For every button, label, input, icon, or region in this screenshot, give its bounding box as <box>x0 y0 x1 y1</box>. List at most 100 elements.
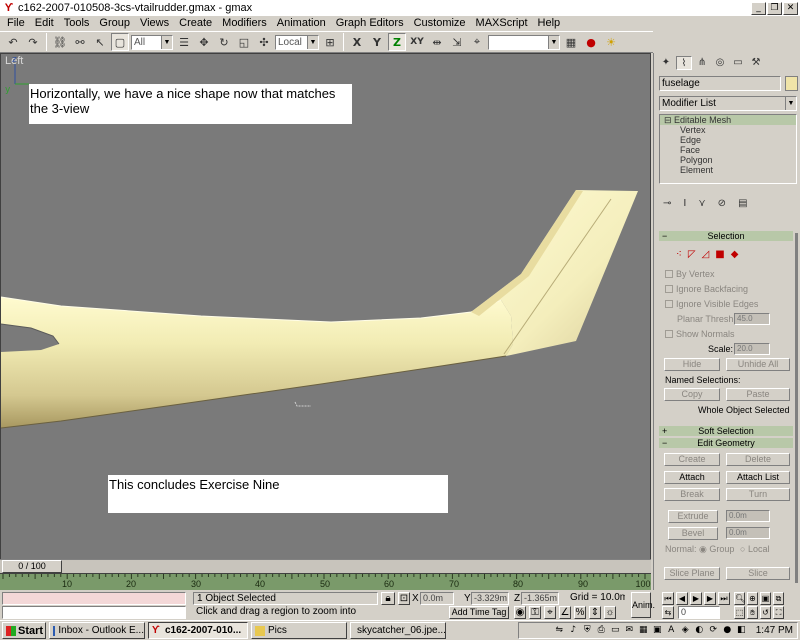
task-outlook[interactable]: Inbox - Outlook E... <box>49 622 145 639</box>
normal-local-radio[interactable]: ○ Local <box>740 544 769 554</box>
ignore-visible-edges-checkbox[interactable]: Ignore Visible Edges <box>665 299 758 309</box>
monitor-icon[interactable]: ▣ <box>652 625 663 636</box>
shield-icon[interactable]: ◈ <box>680 625 691 636</box>
key-mode-toggle-icon[interactable]: ⇆ <box>662 606 674 619</box>
stack-item-face[interactable]: Face <box>660 145 796 155</box>
render-icon[interactable]: ☀ <box>602 33 620 51</box>
attach-list-button[interactable]: Attach List <box>726 471 790 484</box>
clock[interactable]: 1:47 PM <box>756 625 793 636</box>
expand-icon[interactable]: ⊟ <box>664 115 674 125</box>
extrude-spinner[interactable]: 0.0m <box>726 510 770 522</box>
menu-edit[interactable]: Edit <box>30 16 59 30</box>
menu-help[interactable]: Help <box>533 16 566 30</box>
play-icon[interactable]: ▶ <box>690 592 702 605</box>
display-tab-icon[interactable]: ▭ <box>730 56 746 70</box>
align-icon[interactable]: ⇲ <box>448 33 466 51</box>
face-level-icon[interactable]: ◿ <box>702 249 710 260</box>
start-button[interactable]: Start <box>2 622 46 639</box>
gmax-icon[interactable]: ϒ <box>3 2 15 14</box>
maxscript-listener-output[interactable] <box>2 606 186 619</box>
utilities-tab-icon[interactable]: ⚒ <box>748 56 764 70</box>
display-icon[interactable]: ◧ <box>736 625 747 636</box>
selection-filter-dropdown[interactable]: All ▼ <box>131 34 173 50</box>
select-and-link-icon[interactable]: ⛓ <box>51 33 69 51</box>
constraint-y-button[interactable]: Y <box>368 33 386 51</box>
close-button[interactable]: ✕ <box>783 1 798 15</box>
snaps-toggle-icon[interactable]: ⌖ <box>544 606 556 619</box>
hide-button[interactable]: Hide <box>664 358 720 371</box>
mirror-icon[interactable]: ⇹ <box>428 33 446 51</box>
y-coord-field[interactable]: -3.329m <box>471 592 509 605</box>
menu-customize[interactable]: Customize <box>409 16 471 30</box>
modifier-stack[interactable]: ⊟ Editable Mesh Vertex Edge Face Polygon… <box>659 114 797 184</box>
update-icon[interactable]: ⟳ <box>708 625 719 636</box>
folder-icon[interactable]: ▭ <box>610 625 621 636</box>
task-gmax[interactable]: ϒ c162-2007-010... <box>148 622 248 639</box>
by-vertex-checkbox[interactable]: By Vertex <box>665 269 715 279</box>
stack-item-edge[interactable]: Edge <box>660 135 796 145</box>
configure-modifier-sets-icon[interactable]: ▤ <box>738 198 747 212</box>
attach-button[interactable]: Attach <box>664 471 720 484</box>
pivot-point-icon[interactable]: ⊞ <box>321 33 339 51</box>
modifier-list-dropdown[interactable]: Modifier List ▼ <box>659 96 797 111</box>
copy-button[interactable]: Copy <box>664 388 720 401</box>
pan-icon[interactable]: ✋︎ <box>747 606 758 619</box>
show-end-result-icon[interactable]: Ⅰ <box>683 198 686 212</box>
calendar-icon[interactable]: ▦ <box>638 625 649 636</box>
angle-snap-icon[interactable]: ∠ <box>559 606 571 619</box>
paste-button[interactable]: Paste <box>726 388 790 401</box>
region-select-icon[interactable]: ▢ <box>111 33 129 51</box>
security-icon[interactable]: ⛨ <box>582 625 593 636</box>
object-color-swatch[interactable] <box>785 76 798 91</box>
track-view-icon[interactable]: ▦ <box>562 33 580 51</box>
create-button[interactable]: Create <box>664 453 720 466</box>
menu-views[interactable]: Views <box>135 16 174 30</box>
snap-icon[interactable]: ⌖ <box>468 33 486 51</box>
zoom-extents-all-icon[interactable]: ⧉ <box>773 592 784 605</box>
stack-item-vertex[interactable]: Vertex <box>660 125 796 135</box>
arc-rotate-icon[interactable]: ↺ <box>760 606 771 619</box>
unhide-all-button[interactable]: Unhide All <box>726 358 790 371</box>
task-pics[interactable]: Pics <box>251 622 347 639</box>
menu-tools[interactable]: Tools <box>59 16 95 30</box>
mail-icon[interactable]: ✉ <box>624 625 635 636</box>
stack-item-editable-mesh[interactable]: ⊟ Editable Mesh <box>660 115 796 125</box>
make-unique-icon[interactable]: ⋎ <box>698 198 705 212</box>
constraint-x-button[interactable]: X <box>348 33 366 51</box>
network-icon[interactable]: ⇋ <box>554 625 565 636</box>
reference-coord-dropdown[interactable]: Local ▼ <box>275 34 319 50</box>
soft-selection-rollout-header[interactable]: + Soft Selection <box>659 426 793 436</box>
slice-button[interactable]: Slice <box>726 567 790 580</box>
menu-group[interactable]: Group <box>94 16 135 30</box>
go-to-end-icon[interactable]: ⏭ <box>718 592 730 605</box>
menu-animation[interactable]: Animation <box>272 16 331 30</box>
extrude-button[interactable]: Extrude <box>668 510 718 523</box>
restore-button[interactable]: ❐ <box>767 1 782 15</box>
zoom-icon[interactable]: 🔍︎ <box>734 592 745 605</box>
speaker-icon[interactable]: ◐ <box>694 625 705 636</box>
scale-icon[interactable]: ◱ <box>235 33 253 51</box>
ignore-backfacing-checkbox[interactable]: Ignore Backfacing <box>665 284 748 294</box>
antivirus-icon[interactable]: ● <box>722 625 733 636</box>
task-image-viewer[interactable]: skycatcher_06.jpe... <box>350 622 446 639</box>
rotate-icon[interactable]: ↻ <box>215 33 233 51</box>
spinner-snap-icon[interactable]: ⇕ <box>589 606 601 619</box>
time-slider[interactable]: 0 / 100 <box>0 559 651 573</box>
render-scene-icon[interactable]: ☼ <box>604 606 616 619</box>
zoom-extents-icon[interactable]: ▣ <box>760 592 771 605</box>
move-icon[interactable]: ✥ <box>195 33 213 51</box>
show-normals-checkbox[interactable]: Show Normals <box>665 329 735 339</box>
constraint-xy-button[interactable]: XY <box>408 33 426 51</box>
language-icon[interactable]: A <box>666 625 677 636</box>
current-frame-field[interactable]: 0 <box>678 606 720 619</box>
time-slider-thumb[interactable]: 0 / 100 <box>2 560 62 573</box>
select-by-name-icon[interactable]: ☰ <box>175 33 193 51</box>
stack-item-polygon[interactable]: Polygon <box>660 155 796 165</box>
element-level-icon[interactable]: ◆ <box>731 249 739 260</box>
pin-stack-icon[interactable]: ⊸ <box>663 198 671 212</box>
named-selection-dropdown[interactable]: ▼ <box>488 34 560 50</box>
go-to-start-icon[interactable]: ⏮ <box>662 592 674 605</box>
remove-modifier-icon[interactable]: ⊘ <box>718 198 726 212</box>
percent-snap-icon[interactable]: % <box>574 606 586 619</box>
x-coord-field[interactable]: 0.0m <box>420 592 454 605</box>
